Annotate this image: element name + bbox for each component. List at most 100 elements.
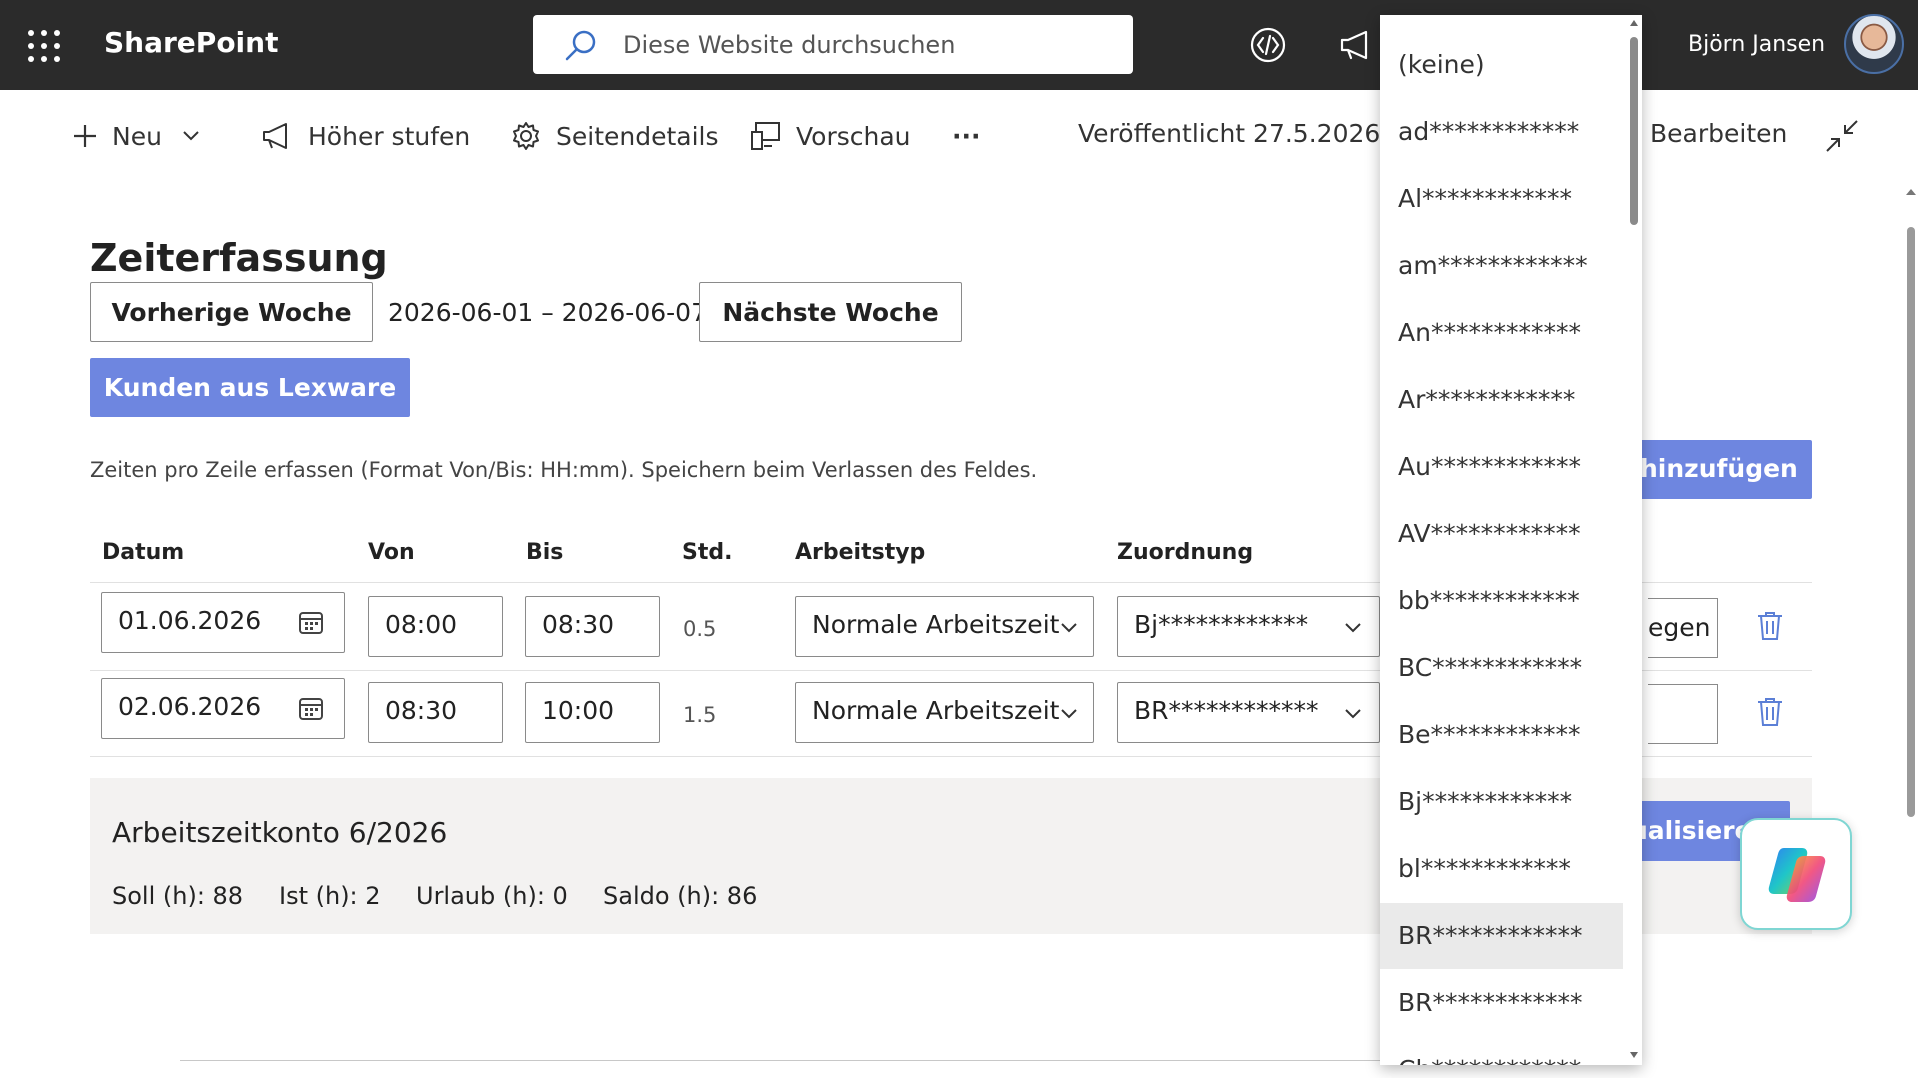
from-time-value: 08:00 (385, 610, 458, 639)
dropdown-option[interactable]: AV************ (1380, 501, 1623, 567)
dropdown-option-label: AV************ (1398, 519, 1581, 548)
chevron-down-icon (183, 131, 199, 141)
scroll-up-icon[interactable] (1905, 187, 1917, 197)
preview-button[interactable]: Vorschau (750, 116, 911, 156)
work-type-value: Normale Arbeitszeit (812, 696, 1060, 725)
dropdown-option-label: BR************ (1398, 921, 1583, 950)
dropdown-option-label: bb************ (1398, 586, 1580, 615)
add-row-label: hinzufügen (1640, 454, 1798, 483)
to-time-input[interactable]: 10:00 (525, 682, 660, 743)
dropdown-option[interactable]: (keine) (1380, 32, 1623, 98)
calendar-icon[interactable] (298, 696, 324, 722)
page-scrollbar-thumb[interactable] (1907, 227, 1915, 817)
from-time-input[interactable]: 08:00 (368, 596, 503, 657)
column-header-to: Bis (526, 540, 564, 565)
hours-value: 0.5 (683, 617, 717, 641)
user-name[interactable]: Björn Jansen (1688, 32, 1825, 57)
dropdown-option[interactable]: Ar************ (1380, 367, 1623, 433)
dropdown-option[interactable]: bb************ (1380, 568, 1623, 634)
page-details-label: Seitendetails (556, 121, 719, 151)
brand-name[interactable]: SharePoint (104, 26, 278, 59)
previous-week-button[interactable]: Vorherige Woche (90, 282, 373, 342)
row-extra-input[interactable] (1648, 684, 1718, 744)
section-divider (180, 1060, 1510, 1061)
dropdown-option-label: am************ (1398, 251, 1588, 280)
dropdown-option-label: Al************ (1398, 184, 1573, 213)
megaphone-icon[interactable] (1336, 25, 1376, 65)
dropdown-scrollbar[interactable] (1626, 15, 1642, 1065)
dropdown-option[interactable]: am************ (1380, 233, 1623, 299)
actual-hours: Ist (h): 2 (279, 882, 381, 910)
code-icon[interactable] (1248, 25, 1288, 65)
edit-button[interactable]: Bearbeiten (1650, 119, 1787, 148)
work-type-select[interactable]: Normale Arbeitszeit (795, 596, 1094, 657)
calendar-icon[interactable] (298, 610, 324, 636)
to-time-input[interactable]: 08:30 (525, 596, 660, 657)
promote-button[interactable]: Höher stufen (260, 116, 470, 156)
dropdown-option-label: Ar************ (1398, 385, 1576, 414)
column-header-assignment: Zuordnung (1117, 540, 1254, 565)
search-icon (565, 30, 596, 61)
assignment-dropdown-list[interactable]: (keine) ad************ Al************ am… (1380, 15, 1642, 1065)
dropdown-scrollbar-thumb[interactable] (1630, 37, 1638, 225)
week-range: 2026-06-01 – 2026-06-07 (388, 298, 707, 327)
dropdown-option[interactable]: Be************ (1380, 702, 1623, 768)
delete-icon[interactable] (1756, 610, 1784, 642)
page-title: Zeiterfassung (90, 236, 388, 280)
assignment-select[interactable]: Bj************ (1117, 596, 1380, 657)
dropdown-option-label: Be************ (1398, 720, 1581, 749)
dropdown-option-label: ad************ (1398, 117, 1580, 146)
scroll-up-icon[interactable] (1629, 19, 1639, 27)
work-type-select[interactable]: Normale Arbeitszeit (795, 682, 1094, 743)
row-extra-button[interactable]: egen (1648, 598, 1718, 658)
new-label: Neu (112, 121, 162, 151)
dropdown-option-label: bl************ (1398, 854, 1571, 883)
dropdown-option-highlighted[interactable]: BR************ (1380, 903, 1623, 969)
chevron-down-icon (1061, 623, 1077, 633)
assignment-value: BR************ (1134, 696, 1319, 725)
avatar[interactable] (1844, 14, 1904, 74)
dropdown-option-label: An************ (1398, 318, 1581, 347)
dropdown-option[interactable]: Ch************ (1380, 1037, 1623, 1065)
chevron-down-icon (1345, 709, 1361, 719)
dropdown-option[interactable]: Al************ (1380, 166, 1623, 232)
dropdown-option[interactable]: BC************ (1380, 635, 1623, 701)
dropdown-option-label: Ch************ (1398, 1055, 1581, 1065)
row-extra-label: egen (1648, 613, 1711, 642)
dropdown-option[interactable]: Au************ (1380, 434, 1623, 500)
page-scrollbar[interactable] (1904, 185, 1917, 1065)
dropdown-option[interactable]: ad************ (1380, 99, 1623, 165)
column-header-work-type: Arbeitstyp (795, 540, 926, 565)
dropdown-option[interactable]: An************ (1380, 300, 1623, 366)
date-field[interactable]: 02.06.2026 (101, 678, 345, 739)
gear-icon (513, 122, 539, 150)
app-launcher-icon[interactable] (28, 30, 60, 62)
balance-hours: Saldo (h): 86 (603, 882, 758, 910)
dropdown-option[interactable]: BR************ (1380, 970, 1623, 1036)
more-options-button[interactable]: ··· (952, 116, 981, 156)
copilot-button[interactable] (1740, 818, 1852, 930)
dropdown-option-label: Au************ (1398, 452, 1581, 481)
delete-icon[interactable] (1756, 696, 1784, 728)
search-input[interactable] (621, 25, 1105, 65)
scroll-down-icon[interactable] (1629, 1051, 1639, 1059)
search-box[interactable] (533, 15, 1133, 74)
new-button[interactable]: Neu (72, 116, 214, 156)
published-status: Veröffentlicht 27.5.2026 (1078, 119, 1381, 148)
date-field[interactable]: 01.06.2026 (101, 592, 345, 653)
assignment-select[interactable]: BR************ (1117, 682, 1380, 743)
column-header-hours: Std. (682, 540, 733, 565)
assignment-value: Bj************ (1134, 610, 1309, 639)
to-time-value: 08:30 (542, 610, 615, 639)
chevron-down-icon (1061, 709, 1077, 719)
from-time-input[interactable]: 08:30 (368, 682, 503, 743)
customers-from-lexware-button[interactable]: Kunden aus Lexware (90, 358, 410, 417)
dropdown-option[interactable]: bl************ (1380, 836, 1623, 902)
collapse-icon[interactable] (1824, 118, 1860, 154)
page-details-button[interactable]: Seitendetails (510, 116, 719, 156)
megaphone-icon (263, 123, 287, 149)
from-time-value: 08:30 (385, 696, 458, 725)
next-week-button[interactable]: Nächste Woche (699, 282, 962, 342)
to-time-value: 10:00 (542, 696, 615, 725)
dropdown-option[interactable]: Bj************ (1380, 769, 1623, 835)
